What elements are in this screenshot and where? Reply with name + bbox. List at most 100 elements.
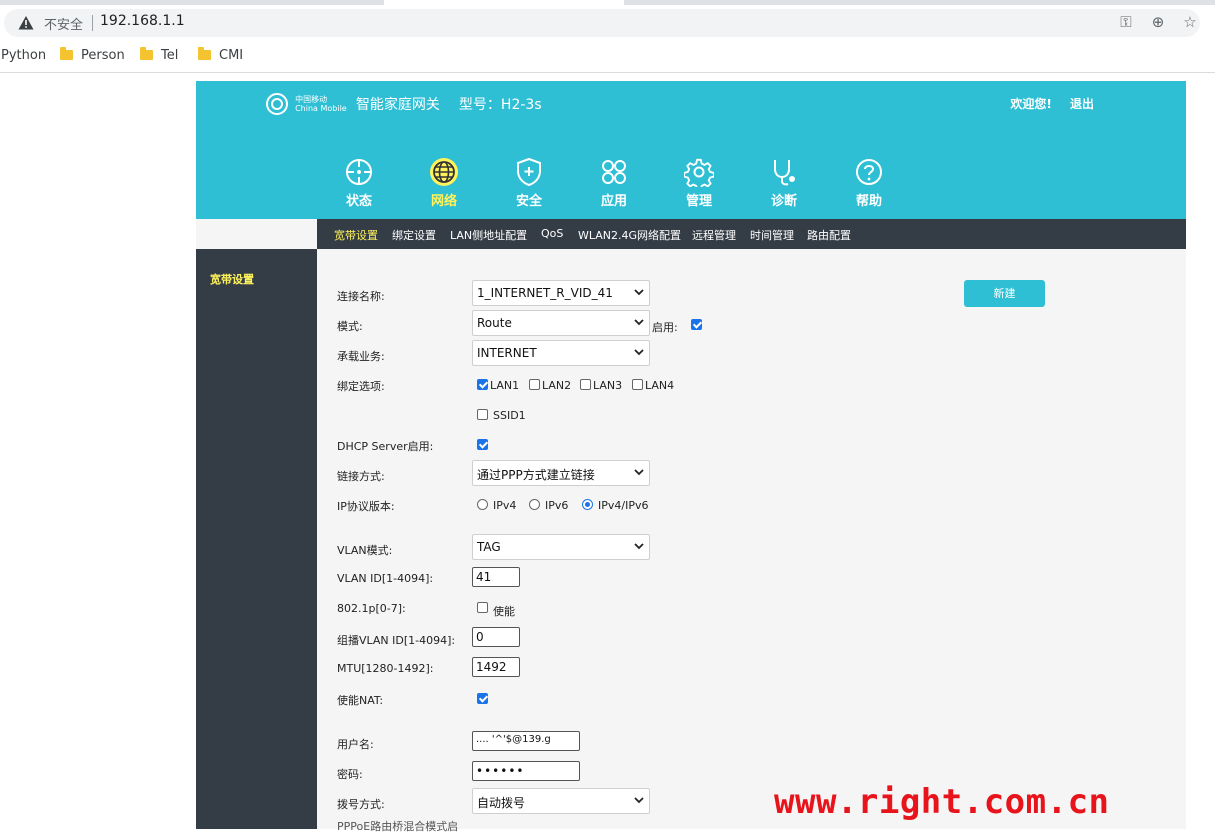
site-watermark: www.right.com.cn <box>774 782 1110 822</box>
enable-label: 启用: <box>652 321 678 334</box>
sidebar-item-broadband[interactable]: 宽带设置 <box>210 271 254 287</box>
star-icon[interactable]: ☆ <box>1180 13 1200 31</box>
subnav-time-management[interactable]: 时间管理 <box>750 227 794 243</box>
subnav-wlan[interactable]: WLAN2.4G网络配置 <box>578 227 681 243</box>
username-input[interactable]: .... '^'$@139.g <box>472 731 580 751</box>
nav-apps[interactable]: 应用 <box>579 157 649 209</box>
nav-management[interactable]: 管理 <box>664 157 734 209</box>
select-value: INTERNET <box>477 346 537 360</box>
dial-mode-select[interactable]: 自动拨号 <box>472 788 650 814</box>
welcome-text: 欢迎您! <box>1010 97 1052 111</box>
dot1p-checkbox[interactable] <box>477 602 488 613</box>
ipv6-radio[interactable] <box>529 499 540 510</box>
brand: 中国移动 China Mobile <box>295 95 347 113</box>
vlan-mode-select[interactable]: TAG <box>472 534 650 560</box>
vlan-id-input[interactable]: 41 <box>472 567 520 587</box>
nav-security[interactable]: 安全 <box>494 157 564 209</box>
vlan-id-label: VLAN ID[1-4094]: <box>337 572 434 585</box>
bookmark-person[interactable]: Person <box>60 47 125 63</box>
ssid1-label: SSID1 <box>493 409 526 422</box>
dial-mode-label: 拨号方式: <box>337 798 385 811</box>
gateway-title: 智能家庭网关 <box>355 97 440 113</box>
link-mode-label: 链接方式: <box>337 470 385 483</box>
brand-en: China Mobile <box>295 104 347 113</box>
lan2-label: LAN2 <box>542 379 572 392</box>
bookmark-python[interactable]: Python <box>1 48 46 63</box>
mode-select[interactable]: Route <box>472 310 650 336</box>
subnav-routing[interactable]: 路由配置 <box>807 227 851 243</box>
address-bar: 不安全 192.168.1.1 ⚿ ⊕ ☆ <box>0 5 1215 41</box>
apps-icon <box>602 160 626 184</box>
chevron-down-icon <box>634 797 644 804</box>
connection-name-label: 连接名称: <box>337 290 385 303</box>
pppoe-bridge-label: PPPoE路由桥混合模式启 <box>337 820 459 833</box>
logout-link[interactable]: 退出 <box>1070 97 1094 111</box>
subnav-lan-address[interactable]: LAN侧地址配置 <box>450 227 527 243</box>
dhcp-checkbox[interactable] <box>477 439 488 450</box>
model-label: 型号：H2-3s <box>458 97 542 113</box>
nav-label: 网络 <box>430 194 457 209</box>
select-value: 自动拨号 <box>477 796 526 810</box>
bookmark-tel[interactable]: Tel <box>140 47 179 63</box>
nat-checkbox[interactable] <box>477 693 488 704</box>
dhcp-label: DHCP Server启用: <box>337 440 434 453</box>
folder-icon <box>198 47 211 60</box>
chevron-down-icon <box>634 469 644 476</box>
globe-icon <box>430 158 458 186</box>
omnibox[interactable]: 不安全 192.168.1.1 ⚿ ⊕ ☆ <box>4 9 1200 37</box>
ipv6-label: IPv6 <box>545 499 569 512</box>
folder-icon <box>60 47 73 60</box>
nav-label: 管理 <box>685 194 712 209</box>
url-text[interactable]: 192.168.1.1 <box>100 13 185 29</box>
nav-label: 帮助 <box>855 194 882 209</box>
connection-name-select[interactable]: 1_INTERNET_R_VID_41 <box>472 280 650 306</box>
ipv4-ipv6-label: IPv4/IPv6 <box>598 499 649 512</box>
folder-icon <box>140 47 153 60</box>
sub-nav: 宽带设置 绑定设置 LAN侧地址配置 QoS WLAN2.4G网络配置 远程管理… <box>317 219 1186 249</box>
nav-label: 状态 <box>345 194 372 209</box>
warning-icon[interactable] <box>18 15 34 31</box>
brand-cn: 中国移动 <box>295 95 328 104</box>
page-header: 中国移动 China Mobile 智能家庭网关 型号：H2-3s 欢迎您! 退出… <box>196 81 1186 219</box>
subnav-binding[interactable]: 绑定设置 <box>392 227 436 243</box>
bookmarks-bar: Python Person Tel CMI <box>0 43 1215 71</box>
chevron-down-icon <box>634 319 644 326</box>
key-icon[interactable]: ⚿ <box>1116 13 1136 31</box>
nav-label: 安全 <box>515 194 542 209</box>
gear-icon <box>684 158 714 187</box>
china-mobile-logo-icon <box>266 93 288 115</box>
subnav-remote-management[interactable]: 远程管理 <box>692 227 736 243</box>
subnav-broadband[interactable]: 宽带设置 <box>334 227 378 243</box>
nav-diagnostics[interactable]: 诊断 <box>749 157 819 209</box>
lan4-checkbox[interactable] <box>632 379 643 390</box>
nav-network[interactable]: 网络 <box>409 157 479 209</box>
chevron-down-icon <box>634 349 644 356</box>
nav-status[interactable]: 状态 <box>324 157 394 209</box>
broadband-form: 新建 连接名称: 1_INTERNET_R_VID_41 模式: Route 启… <box>317 249 1186 833</box>
mtu-input[interactable]: 1492 <box>472 657 520 677</box>
new-connection-button[interactable]: 新建 <box>964 280 1045 307</box>
nat-label: 使能NAT: <box>337 694 384 707</box>
bookmark-label: Tel <box>161 48 179 63</box>
lan2-checkbox[interactable] <box>529 379 540 390</box>
service-select[interactable]: INTERNET <box>472 340 650 366</box>
zoom-icon[interactable]: ⊕ <box>1148 13 1168 31</box>
lan1-checkbox[interactable] <box>477 379 488 390</box>
bind-label: 绑定选项: <box>337 380 385 393</box>
bookmark-label: CMI <box>219 48 244 63</box>
enable-checkbox[interactable] <box>691 319 702 330</box>
mcast-vlan-label: 组播VLAN ID[1-4094]: <box>337 634 456 647</box>
bookmark-cmi[interactable]: CMI <box>198 47 244 63</box>
security-label[interactable]: 不安全 <box>44 14 83 33</box>
mode-label: 模式: <box>337 320 363 333</box>
link-mode-select[interactable]: 通过PPP方式建立链接 <box>472 460 650 486</box>
chrome-divider <box>0 72 1215 73</box>
lan3-checkbox[interactable] <box>580 379 591 390</box>
subnav-qos[interactable]: QoS <box>541 227 563 240</box>
password-input[interactable]: •••••• <box>472 761 580 781</box>
nav-help[interactable]: 帮助 <box>834 157 904 209</box>
ipv4-radio[interactable] <box>477 499 488 510</box>
ssid1-checkbox[interactable] <box>477 409 488 420</box>
ipv4-ipv6-radio[interactable] <box>582 499 593 510</box>
mcast-vlan-input[interactable]: 0 <box>472 627 520 647</box>
